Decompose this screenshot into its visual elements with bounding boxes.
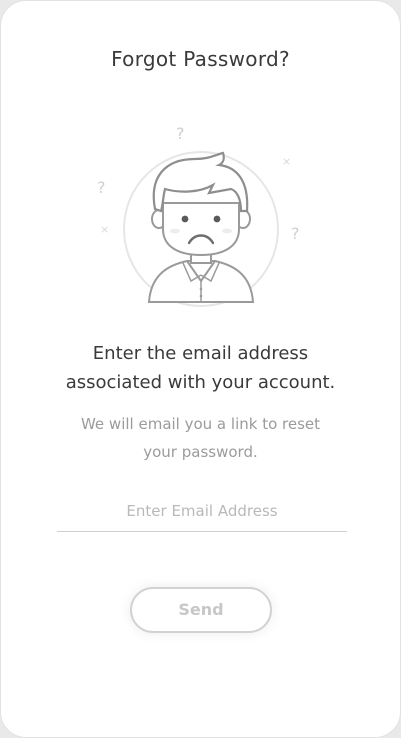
confused-person-icon: ? ? ? × × [97, 124, 300, 307]
question-mark-icon: ? [291, 224, 300, 243]
page-title: Forgot Password? [111, 47, 290, 71]
x-mark-icon: × [100, 223, 109, 236]
instruction-subtext: We will email you a link to reset your p… [1, 410, 400, 466]
headline-line-2: associated with your account. [65, 372, 336, 393]
screen: Forgot Password? ? ? ? × × Enter the ema… [0, 0, 401, 738]
email-input[interactable] [57, 491, 347, 531]
question-mark-icon: ? [97, 178, 106, 197]
email-field-container [57, 491, 347, 532]
x-mark-icon: × [282, 155, 291, 168]
question-mark-icon: ? [176, 124, 185, 143]
instruction-headline: Enter the email address associated with … [1, 339, 400, 397]
headline-line-1: Enter the email address [92, 343, 309, 364]
subtext-line-2: your password. [143, 443, 258, 461]
subtext-line-1: We will email you a link to reset [80, 415, 321, 433]
send-button[interactable]: Send [130, 587, 272, 633]
